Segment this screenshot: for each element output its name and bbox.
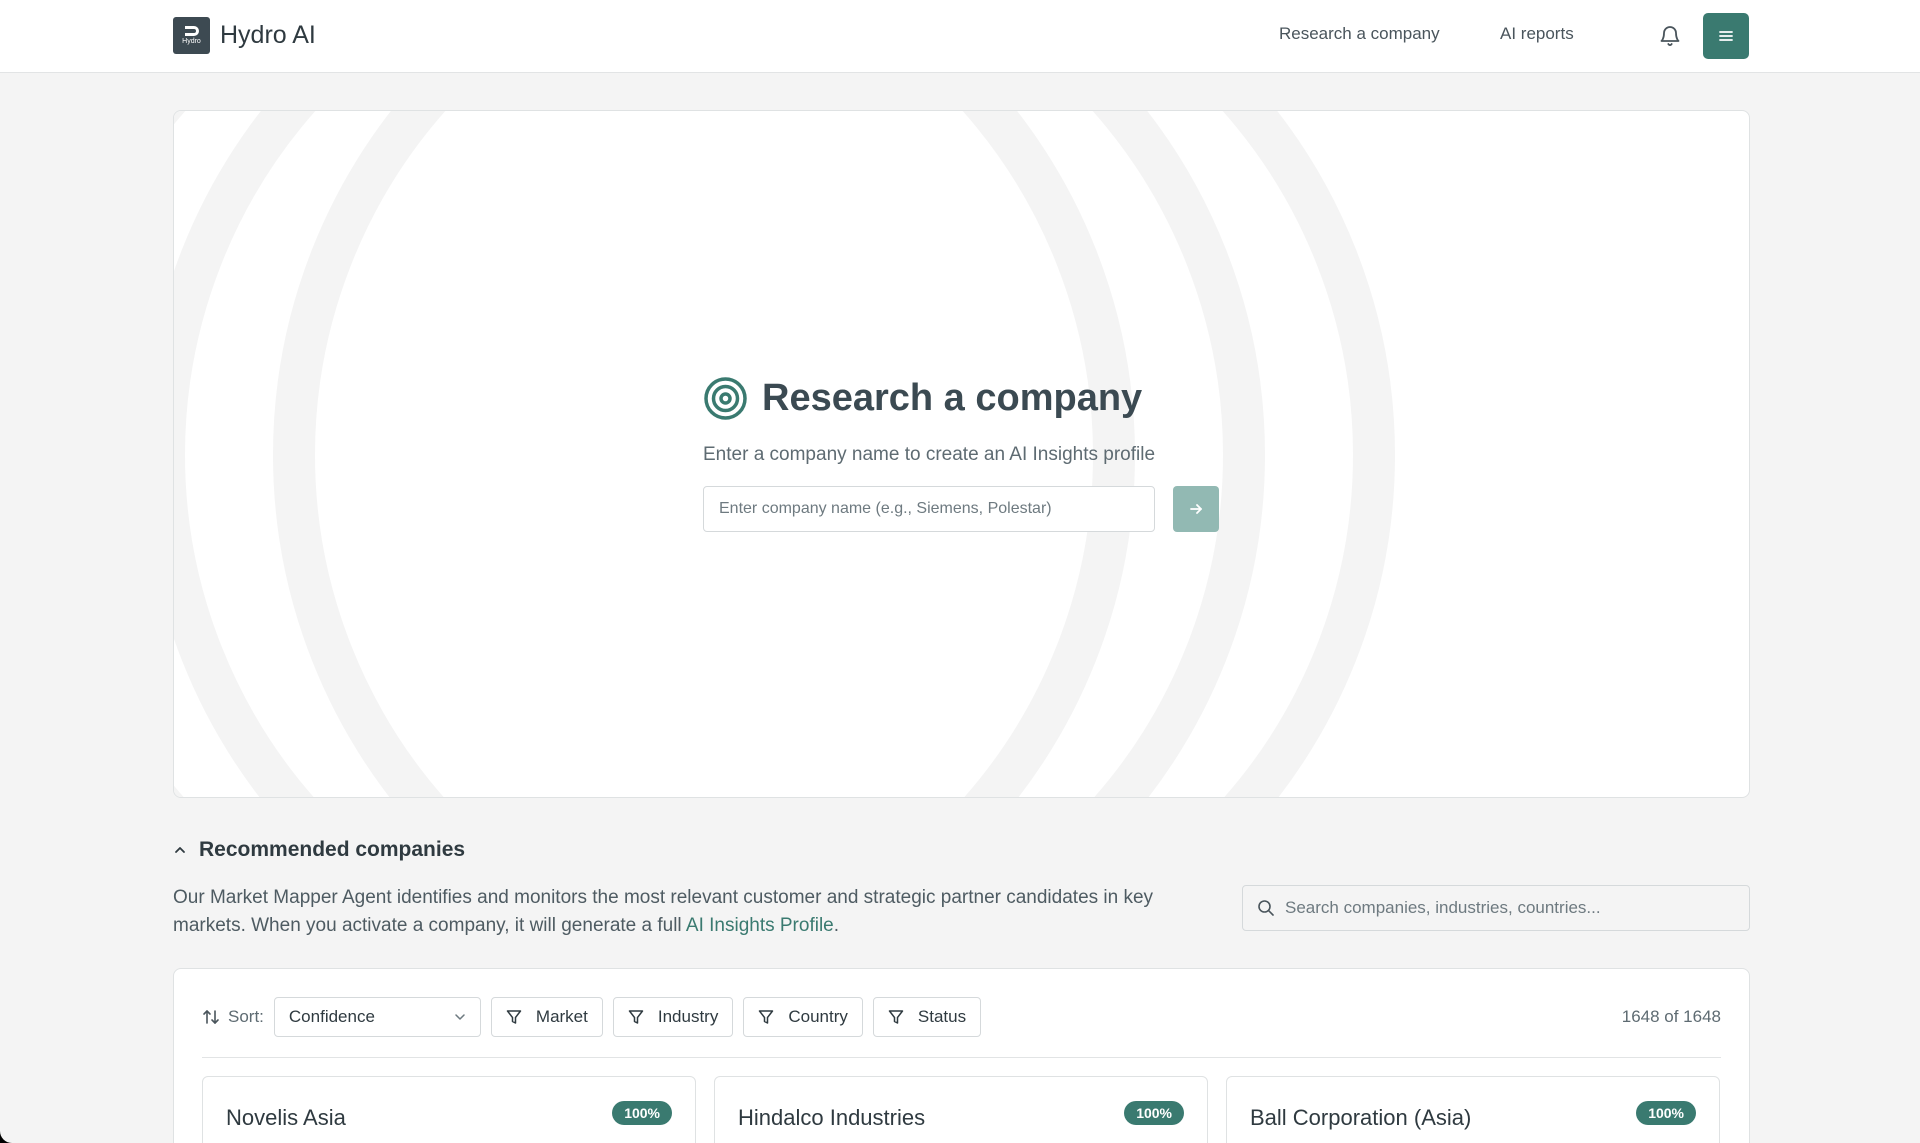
confidence-badge: 100% [1636,1101,1696,1125]
company-search-input[interactable] [1285,898,1725,918]
bell-icon[interactable] [1658,24,1682,48]
filter-label: Country [788,1007,848,1026]
chevron-down-icon [455,1014,465,1020]
sort-arrows-icon [203,1010,219,1024]
menu-button[interactable] [1703,13,1749,59]
company-name: Hindalco Industries [738,1105,926,1130]
company-card[interactable]: Hindalco Industries 100% [714,1076,1208,1143]
sort-select-value: Confidence [288,1007,375,1026]
page-title: Research a company [762,377,1143,419]
description-suffix: . [833,915,840,936]
results-count: 1648 of 1648 [1621,1007,1721,1026]
filter-label: Status [917,1007,967,1026]
company-name: Novelis Asia [226,1105,346,1130]
hydro-logo: Hydro [173,17,210,54]
filter-industry-button[interactable]: Industry [612,997,734,1037]
company-card[interactable]: Novelis Asia 100% [202,1076,696,1143]
hamburger-menu-icon [1719,31,1733,41]
confidence-badge: 100% [1124,1101,1184,1125]
filter-label: Industry [657,1007,719,1026]
filter-icon [628,1010,644,1024]
company-search-box[interactable] [1242,885,1750,931]
filter-label: Market [535,1007,588,1026]
sort-label-text: Sort: [228,1007,264,1026]
filter-status-button[interactable]: Status [872,997,982,1037]
filter-icon [759,1010,774,1024]
arrow-right-icon [1190,504,1202,514]
filter-toolbar: Sort: Confidence Market Industry Country… [202,997,982,1037]
confidence-badge: 100% [612,1101,672,1125]
research-card: Research a company Enter a company name … [173,110,1750,798]
brand[interactable]: Hydro Hydro AI [173,17,316,54]
logo-mark-icon [184,26,199,36]
submit-research-button[interactable] [1173,486,1219,532]
brand-name: Hydro AI [220,21,316,49]
description-text: Our Market Mapper Agent identifies and m… [173,887,1154,936]
divider [202,1057,1721,1058]
window-corner [0,1119,24,1143]
recommended-section-toggle[interactable]: Recommended companies [173,838,465,862]
top-navigation-bar: Hydro Hydro AI Research a company AI rep… [0,0,1920,73]
companies-list-panel: Sort: Confidence Market Industry Country… [173,968,1750,1143]
ai-insights-profile-link[interactable]: AI Insights Profile [686,915,834,936]
search-icon [1258,900,1274,916]
company-card[interactable]: Ball Corporation (Asia) 100% [1226,1076,1720,1143]
company-name-input[interactable] [703,486,1155,532]
target-icon [704,377,747,420]
filter-country-button[interactable]: Country [743,997,863,1037]
filter-icon [506,1010,522,1024]
hero-heading: Research a company [703,376,1142,421]
recommended-title: Recommended companies [199,838,466,861]
logo-text: Hydro [182,38,201,45]
sort-select[interactable]: Confidence [273,997,481,1037]
filter-market-button[interactable]: Market [490,997,603,1037]
nav-ai-reports[interactable]: AI reports [1500,24,1574,44]
filter-icon [888,1010,904,1024]
hero-subtitle: Enter a company name to create an AI Ins… [703,444,1156,465]
company-name: Ball Corporation (Asia) [1250,1105,1472,1130]
recommended-description: Our Market Mapper Agent identifies and m… [173,884,1213,940]
nav-research-company[interactable]: Research a company [1279,24,1440,44]
chevron-up-icon [175,847,185,853]
sort-label: Sort: [202,1007,264,1027]
